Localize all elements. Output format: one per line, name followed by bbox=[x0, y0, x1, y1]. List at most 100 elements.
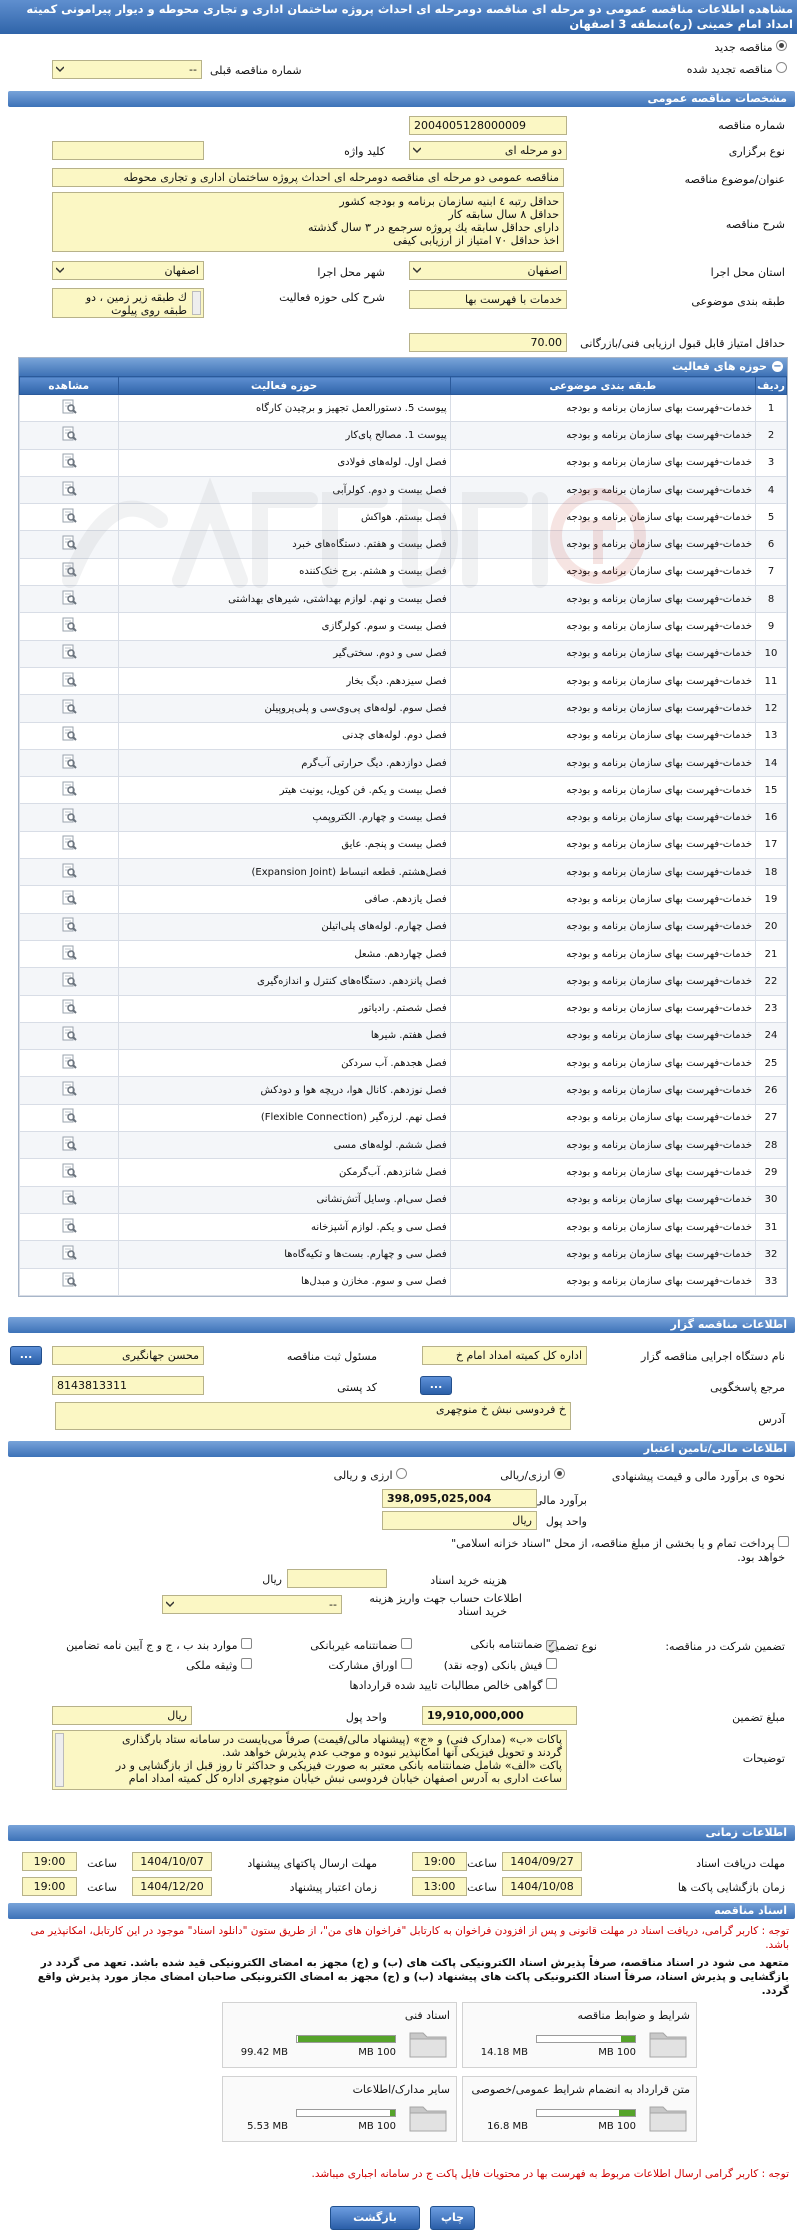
magnifier-doc-icon[interactable] bbox=[60, 399, 78, 415]
description-line: دارای حداقل سابقه یك پروژه سرجمع در ٣ سا… bbox=[307, 221, 559, 234]
magnifier-doc-icon[interactable] bbox=[60, 644, 78, 660]
magnifier-doc-icon[interactable] bbox=[60, 672, 78, 688]
row-view[interactable] bbox=[19, 1158, 119, 1187]
row-view[interactable] bbox=[19, 639, 119, 668]
magnifier-doc-icon[interactable] bbox=[60, 945, 78, 961]
guarantee-option-property[interactable]: وثیقه ملکی bbox=[186, 1658, 252, 1672]
magnifier-doc-icon[interactable] bbox=[60, 890, 78, 906]
guarantee-clauses-checkbox[interactable] bbox=[241, 1638, 252, 1649]
radio-fx-rial[interactable]: ارزی و ریالی bbox=[334, 1468, 407, 1482]
row-view[interactable] bbox=[19, 393, 119, 423]
magnifier-doc-icon[interactable] bbox=[60, 863, 78, 879]
guarantee-option-nonbank[interactable]: ضمانتنامه غیربانکی bbox=[310, 1638, 412, 1652]
guarantee-bonds-checkbox[interactable] bbox=[401, 1658, 412, 1669]
radio-fx[interactable]: ارزی/ریالی bbox=[500, 1468, 565, 1482]
keyword-field[interactable] bbox=[52, 141, 204, 160]
row-view[interactable] bbox=[19, 776, 119, 805]
row-view[interactable] bbox=[19, 830, 119, 860]
magnifier-doc-icon[interactable] bbox=[60, 1272, 78, 1288]
magnifier-doc-icon[interactable] bbox=[60, 781, 78, 797]
row-view[interactable] bbox=[19, 1021, 119, 1051]
officer-lookup-button[interactable]: ... bbox=[10, 1346, 42, 1365]
row-view[interactable] bbox=[19, 994, 119, 1023]
row-view[interactable] bbox=[19, 1076, 119, 1105]
row-view[interactable] bbox=[19, 1049, 119, 1078]
magnifier-doc-icon[interactable] bbox=[60, 1136, 78, 1152]
province-select[interactable]: اصفهان bbox=[409, 261, 567, 280]
document-tile[interactable]: اسناد فنی 100 MB 99.42 MB bbox=[222, 2002, 457, 2068]
radio-renewed-indicator[interactable] bbox=[776, 62, 787, 73]
row-view[interactable] bbox=[19, 1131, 119, 1160]
table-row: 10 خدمات-فهرست بهای سازمان برنامه و بودجه… bbox=[19, 639, 787, 668]
magnifier-doc-icon[interactable] bbox=[60, 1108, 78, 1124]
magnifier-doc-icon[interactable] bbox=[60, 1026, 78, 1042]
row-view[interactable] bbox=[19, 1185, 119, 1214]
city-select[interactable]: اصفهان bbox=[52, 261, 204, 280]
row-view[interactable] bbox=[19, 967, 119, 996]
document-tile[interactable]: شرایط و ضوابط مناقصه 100 MB 14.18 MB bbox=[462, 2002, 697, 2068]
guarantee-property-checkbox[interactable] bbox=[241, 1658, 252, 1669]
open-date-field: 1404/10/08 bbox=[502, 1877, 582, 1896]
document-tile[interactable]: سایر مدارک/اطلاعات 100 MB 5.53 MB bbox=[222, 2076, 457, 2142]
row-view[interactable] bbox=[19, 858, 119, 887]
radio-renewed-tender[interactable]: مناقصه تجدید شده bbox=[687, 62, 787, 76]
magnifier-doc-icon[interactable] bbox=[60, 1190, 78, 1206]
magnifier-doc-icon[interactable] bbox=[60, 1054, 78, 1070]
row-view[interactable] bbox=[19, 1212, 119, 1242]
treasury-checkbox[interactable] bbox=[778, 1536, 789, 1547]
radio-new-tender[interactable]: مناقصه جدید bbox=[714, 40, 787, 54]
row-view[interactable] bbox=[19, 803, 119, 832]
guarantee-option-clauses[interactable]: موارد بند ب ، ج و ج آیین نامه تضامین bbox=[66, 1638, 252, 1652]
guarantee-nonbank-checkbox[interactable] bbox=[401, 1638, 412, 1649]
finance-desc-scrollbar[interactable] bbox=[55, 1733, 64, 1787]
back-button[interactable]: بازگشت bbox=[330, 2206, 420, 2230]
guarantee-option-bank[interactable]: ضمانتنامه بانکی bbox=[470, 1638, 557, 1651]
guarantee-cash-checkbox[interactable] bbox=[546, 1658, 557, 1669]
magnifier-doc-icon[interactable] bbox=[60, 754, 78, 770]
magnifier-doc-icon[interactable] bbox=[60, 917, 78, 933]
magnifier-doc-icon[interactable] bbox=[60, 426, 78, 442]
guarantee-option-cash[interactable]: فیش بانکی (وجه نقد) bbox=[444, 1658, 557, 1672]
guarantee-option-claims[interactable]: گواهی خالص مطالبات تایید شده قراردادها bbox=[349, 1678, 557, 1692]
row-view[interactable] bbox=[19, 1240, 119, 1269]
magnifier-doc-icon[interactable] bbox=[60, 726, 78, 742]
row-view[interactable] bbox=[19, 748, 119, 778]
magnifier-doc-icon[interactable] bbox=[60, 1218, 78, 1234]
radio-fx-rial-indicator[interactable] bbox=[396, 1468, 407, 1479]
magnifier-doc-icon[interactable] bbox=[60, 808, 78, 824]
row-view[interactable] bbox=[19, 1267, 119, 1296]
radio-fx-indicator[interactable] bbox=[554, 1468, 565, 1479]
radio-fx-label: ارزی/ریالی bbox=[500, 1469, 551, 1482]
row-view[interactable] bbox=[19, 939, 119, 969]
account-select[interactable]: -- bbox=[162, 1595, 342, 1614]
radio-new-indicator[interactable] bbox=[776, 40, 787, 51]
row-view[interactable] bbox=[19, 421, 119, 450]
magnifier-doc-icon[interactable] bbox=[60, 1163, 78, 1179]
row-view[interactable] bbox=[19, 912, 119, 941]
row-view[interactable] bbox=[19, 666, 119, 696]
row-view[interactable] bbox=[19, 721, 119, 750]
magnifier-doc-icon[interactable] bbox=[60, 699, 78, 715]
guarantee-unit-label: واحد پول bbox=[345, 1711, 387, 1724]
magnifier-doc-icon[interactable] bbox=[60, 453, 78, 469]
row-view[interactable] bbox=[19, 885, 119, 914]
scope-scrollbar[interactable] bbox=[192, 291, 201, 315]
document-tile[interactable]: متن قرارداد به انضمام شرایط عمومی/خصوصی 1… bbox=[462, 2076, 697, 2142]
guarantee-bank-checkbox[interactable] bbox=[546, 1640, 557, 1651]
row-category: خدمات-فهرست بهای سازمان برنامه و بودجه bbox=[449, 421, 757, 450]
magnifier-doc-icon[interactable] bbox=[60, 835, 78, 851]
row-category: خدمات-فهرست بهای سازمان برنامه و بودجه bbox=[449, 912, 757, 941]
guarantee-claims-checkbox[interactable] bbox=[546, 1678, 557, 1689]
magnifier-doc-icon[interactable] bbox=[60, 1245, 78, 1261]
print-button[interactable]: چاپ bbox=[430, 2206, 475, 2230]
row-view[interactable] bbox=[19, 1103, 119, 1133]
magnifier-doc-icon[interactable] bbox=[60, 972, 78, 988]
prev-number-select[interactable]: -- bbox=[52, 60, 202, 79]
holding-type-select[interactable]: دو مرحله ای bbox=[409, 141, 567, 160]
guarantee-option-bonds[interactable]: اوراق مشارکت bbox=[328, 1658, 412, 1672]
magnifier-doc-icon[interactable] bbox=[60, 1081, 78, 1097]
ref-lookup-button[interactable]: ... bbox=[420, 1376, 452, 1395]
collapse-icon[interactable]: − bbox=[772, 361, 783, 372]
row-view[interactable] bbox=[19, 694, 119, 723]
magnifier-doc-icon[interactable] bbox=[60, 999, 78, 1015]
